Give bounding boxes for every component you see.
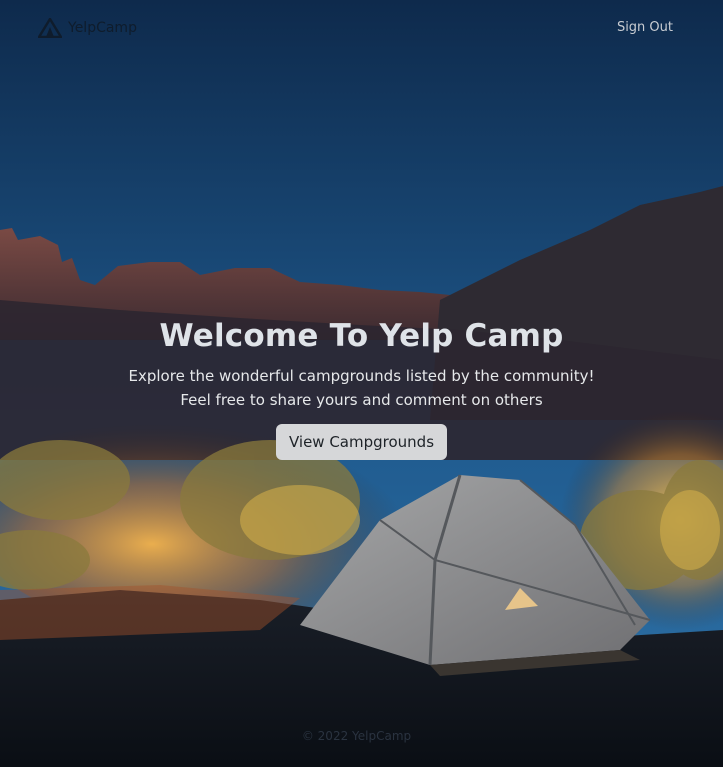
copyright-text: © 2022 YelpCamp [301,729,412,743]
hero-title: Welcome To Yelp Camp [159,318,564,354]
hero-subtitle-line-2: Feel free to share yours and comment on … [180,391,543,409]
hero-subtitle-line-1: Explore the wonderful campgrounds listed… [128,367,595,385]
brand-name: YelpCamp [68,20,137,36]
footer: © 2022 YelpCamp [0,729,723,743]
brand-link[interactable]: YelpCamp [38,18,137,38]
sign-out-link[interactable]: Sign Out [617,20,673,35]
tent-icon [38,18,62,38]
hero: Welcome To Yelp Camp Explore the wonderf… [0,318,723,460]
view-campgrounds-button[interactable]: View Campgrounds [275,424,448,460]
navbar: YelpCamp Sign Out [0,0,723,60]
